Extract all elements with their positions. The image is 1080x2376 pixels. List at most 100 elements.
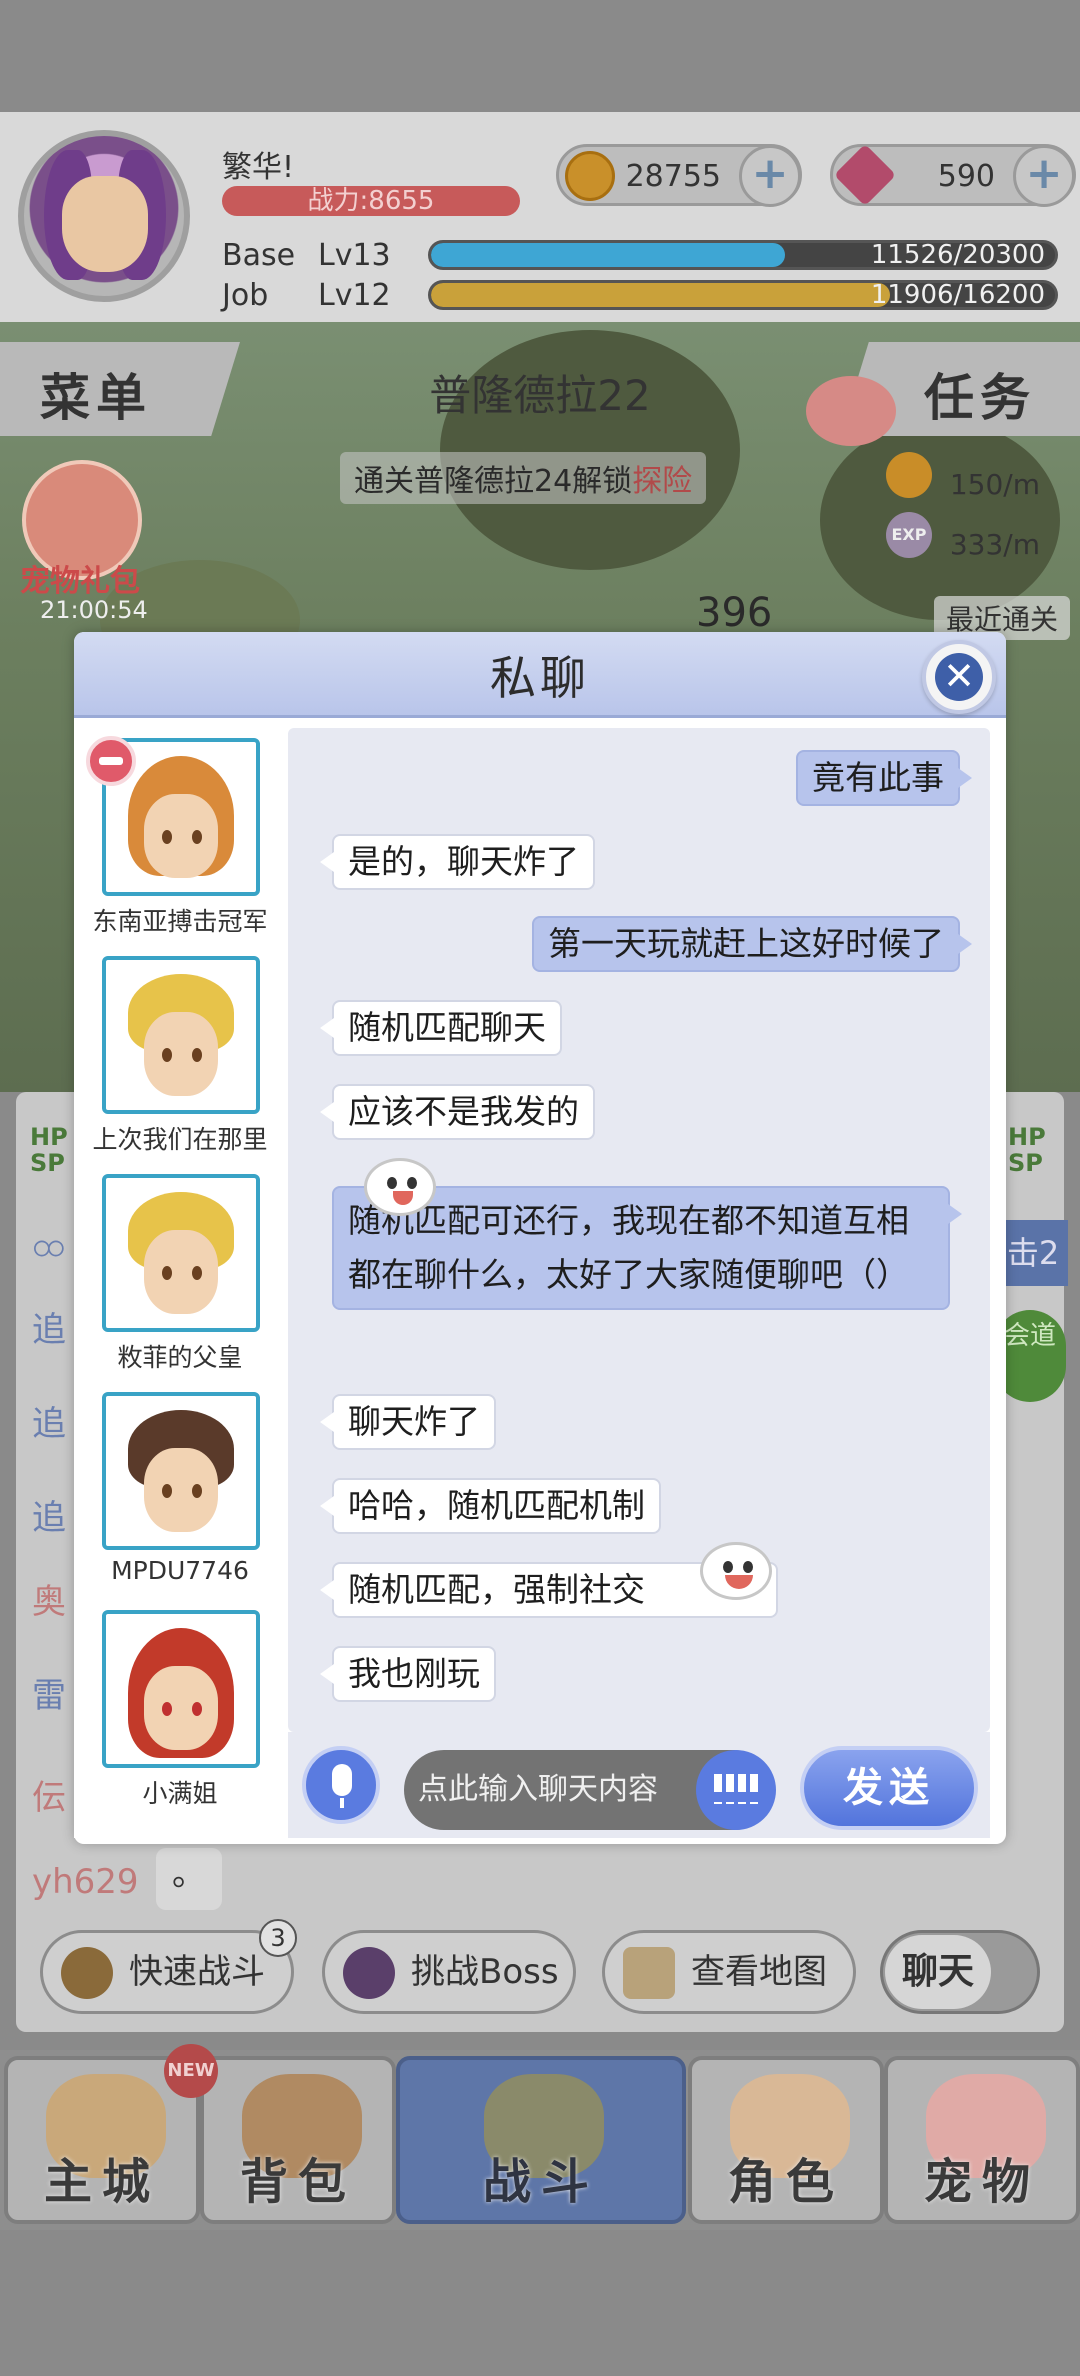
face	[144, 794, 218, 878]
challenge-boss-button[interactable]: 挑战Boss	[322, 1930, 576, 2014]
chat-input-bar: 点此输入聊天内容 发送	[288, 1732, 990, 1838]
coin-value: 28755	[625, 159, 721, 194]
base-exp-text: 11526/20300	[870, 240, 1045, 270]
eye	[192, 1048, 202, 1062]
nav-battle[interactable]: 战斗	[396, 2056, 686, 2224]
chat-line: 追	[32, 1498, 66, 1538]
quick-battle-badge: 3	[259, 1919, 297, 1957]
add-gems-button[interactable]: +	[1013, 145, 1075, 207]
message-bubble: 哈哈，随机匹配机制	[320, 1478, 661, 1534]
eye	[192, 1484, 202, 1498]
eye	[192, 830, 202, 844]
microphone-icon	[332, 1764, 352, 1796]
chat-line: 雷	[32, 1676, 66, 1716]
job-level: Lv12	[318, 278, 391, 313]
player-name: 繁华!	[222, 150, 295, 185]
avatar-face	[62, 176, 148, 272]
message-bubble: 聊天炸了	[320, 1394, 496, 1450]
game-screen: 繁华! 战力:8655 Base Lv13 11526/20300 Job Lv…	[0, 0, 1080, 2376]
tree-canopy	[820, 420, 1060, 620]
map-scroll-icon	[623, 1947, 675, 1999]
contact-item[interactable]: MPDU7746	[74, 1382, 286, 1600]
contact-avatar	[102, 1174, 260, 1332]
base-label: Base	[222, 238, 296, 273]
dialog-title: 私聊	[490, 651, 590, 705]
send-button[interactable]: 发送	[800, 1746, 978, 1830]
contact-item[interactable]: 小满姐	[74, 1600, 286, 1818]
eye	[162, 1484, 172, 1498]
keyboard-icon-gap	[714, 1792, 758, 1802]
eye	[192, 1702, 202, 1716]
chat-line: 追	[32, 1404, 66, 1444]
keyboard-button[interactable]	[696, 1750, 776, 1830]
base-level: Lv13	[318, 238, 391, 273]
chat-toggle[interactable]: 聊天	[880, 1930, 1040, 2014]
map-name: 普隆德拉22	[429, 371, 651, 420]
boss-icon	[343, 1947, 395, 1999]
chat-toggle-label: 聊天	[885, 1935, 991, 2009]
chat-messages: 竟有此事 是的，聊天炸了 第一天玩就赶上这好时候了 随机匹配聊天 应该不是我发的…	[288, 728, 990, 1732]
new-badge: NEW	[164, 2044, 218, 2098]
contact-avatar	[102, 1610, 260, 1768]
contact-name: 敉菲的父皇	[117, 1343, 243, 1372]
private-chat-dialog: 私聊 ✕ 东南亚搏击冠军 上次我们在那里 敉菲的父皇 MPDU7746 小满姐 …	[74, 632, 1006, 1844]
bottom-margin	[0, 2230, 1080, 2376]
job-label: Job	[222, 278, 269, 313]
voice-button[interactable]	[302, 1746, 380, 1824]
exp-rate-icon: EXP	[886, 512, 932, 558]
gem-counter: 590 +	[830, 143, 1076, 207]
menu-label: 菜单	[40, 369, 152, 427]
add-coins-button[interactable]: +	[739, 145, 801, 207]
contact-name: 上次我们在那里	[92, 1125, 268, 1154]
eye	[162, 1266, 172, 1280]
job-exp-fill	[431, 283, 890, 307]
counter: 396	[696, 590, 773, 636]
chat-sender: yh629	[32, 1862, 139, 1902]
message-bubble: 随机匹配聊天	[320, 1000, 562, 1056]
quick-battle-button[interactable]: 快速战斗 3	[40, 1919, 297, 2014]
exp-rate: 333/m	[949, 528, 1040, 561]
nav-backpack[interactable]: 背包	[200, 2056, 396, 2224]
challenge-boss-label: 挑战Boss	[411, 1952, 559, 1992]
nav-character[interactable]: 角色	[688, 2056, 884, 2224]
contact-item[interactable]: 东南亚搏击冠军	[74, 728, 286, 946]
contact-name: 小满姐	[142, 1779, 218, 1808]
nav-label: 主城	[43, 2154, 160, 2210]
view-map-label: 查看地图	[691, 1952, 827, 1992]
close-button[interactable]: ✕	[922, 640, 996, 714]
nav-label: 背包	[239, 2154, 356, 2210]
right-badge: 击2	[998, 1220, 1068, 1286]
dialog-header: 私聊 ✕	[74, 632, 1006, 718]
nav-pet[interactable]: 宠物	[884, 2056, 1080, 2224]
grin-emoji-icon	[700, 1542, 772, 1600]
microphone-stand	[340, 1798, 344, 1808]
eye	[162, 830, 172, 844]
nav-label: 战斗	[482, 2154, 599, 2210]
face	[144, 1230, 218, 1314]
nav-label: 角色	[727, 2154, 844, 2210]
coin-counter: 28755 +	[556, 144, 802, 207]
quest-hint[interactable]: 通关普隆德拉24解锁探险	[340, 452, 707, 504]
task-label: 任务	[924, 369, 1036, 427]
contact-item[interactable]: 敉菲的父皇	[74, 1164, 286, 1382]
quest-hint-text: 通关普隆德拉24解锁	[354, 464, 633, 499]
chat-line: 伝	[32, 1778, 66, 1818]
pet-icon	[806, 376, 896, 446]
contact-list: 东南亚搏击冠军 上次我们在那里 敉菲的父皇 MPDU7746 小满姐	[74, 728, 286, 1838]
gem-value: 590	[937, 159, 995, 194]
job-exp-text: 11906/16200	[870, 280, 1045, 310]
quest-hint-action: 探险	[632, 464, 693, 499]
chat-line: ထ	[32, 1225, 65, 1265]
face	[144, 1666, 218, 1750]
nav-label: 宠物	[923, 2154, 1040, 2210]
contact-avatar	[102, 956, 260, 1114]
base-exp-bar: 11526/20300	[428, 240, 1058, 270]
close-icon: ✕	[935, 653, 983, 701]
message-bubble: 应该不是我发的	[320, 1084, 595, 1140]
message-bubble: 我也刚玩	[320, 1646, 496, 1702]
view-map-button[interactable]: 查看地图	[602, 1930, 856, 2014]
hp-sp-tag-right: HP SP	[1008, 1123, 1046, 1177]
contact-item[interactable]: 上次我们在那里	[74, 946, 286, 1164]
remove-contact-icon[interactable]	[86, 736, 136, 786]
contact-name: 东南亚搏击冠军	[92, 907, 268, 936]
